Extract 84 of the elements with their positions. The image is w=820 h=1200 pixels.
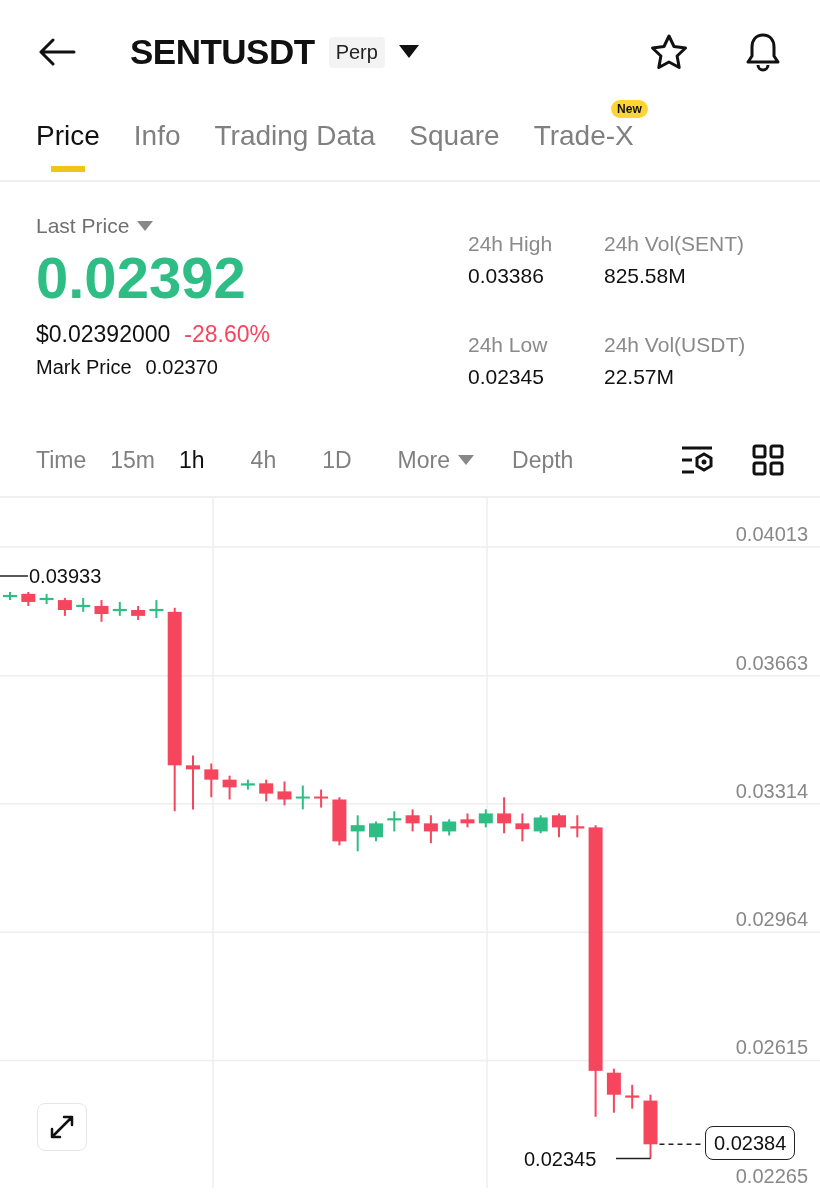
caret-icon	[458, 455, 474, 465]
candle	[332, 796, 347, 847]
price-change: -28.60%	[184, 321, 270, 348]
candle	[497, 796, 512, 835]
price-axis-label: 0.03314	[735, 778, 808, 803]
high-price-label: 0.03933	[29, 564, 102, 588]
candle	[112, 600, 127, 617]
tab-indicator	[50, 166, 85, 172]
candle	[76, 596, 91, 613]
symbol-title: SENTUSDT	[130, 32, 315, 72]
grid-layout-icon[interactable]	[752, 444, 784, 476]
price-type-label[interactable]: Last Price	[36, 214, 130, 238]
candle	[643, 1093, 658, 1160]
candle	[94, 599, 109, 623]
stat-value: 0.03386	[468, 264, 545, 288]
candle	[387, 810, 402, 833]
last-price-tag: 0.02384	[705, 1126, 796, 1161]
nav-tab[interactable]: Trade-X	[533, 120, 634, 152]
nav-tab[interactable]: Price	[36, 120, 100, 152]
low-price-label: 0.02345	[524, 1146, 597, 1171]
candle	[552, 812, 566, 839]
candle	[460, 812, 475, 829]
price-axis-label: 0.02265	[735, 1164, 808, 1188]
candle	[515, 812, 530, 843]
expand-icon	[49, 1114, 75, 1140]
candle	[186, 754, 200, 811]
stat-value: 0.02345	[468, 365, 545, 389]
candle	[442, 818, 457, 837]
fullscreen-button[interactable]	[37, 1103, 87, 1151]
stat-label: 24h Vol(USDT)	[604, 333, 747, 357]
candle	[295, 784, 310, 811]
interval-tab[interactable]: Depth	[512, 446, 574, 474]
candle	[259, 778, 274, 803]
candle	[314, 788, 329, 809]
candle	[423, 814, 438, 845]
usd-price: $0.02392000	[36, 321, 171, 348]
candle	[21, 591, 36, 607]
price-axis-label: 0.03663	[735, 650, 808, 675]
candle	[57, 596, 72, 617]
mark-price-value: 0.02370	[145, 356, 218, 379]
candle	[350, 814, 365, 853]
price-axis-label: 0.04013	[735, 522, 808, 547]
nav-tab[interactable]: Square	[409, 120, 500, 152]
mark-price-label: Mark Price	[36, 356, 132, 379]
back-arrow-icon[interactable]	[38, 38, 76, 66]
candle	[478, 808, 493, 829]
dropdown-caret-icon[interactable]	[398, 45, 419, 59]
candle	[204, 762, 219, 799]
new-badge: New	[611, 100, 648, 118]
stat-value: 825.58M	[604, 264, 687, 288]
interval-tab[interactable]: 15m	[110, 446, 155, 474]
candle	[240, 778, 255, 791]
candle	[625, 1083, 640, 1110]
indicator-settings-icon[interactable]	[680, 445, 714, 475]
price-axis-label: 0.02964	[735, 907, 808, 932]
more-intervals-menu[interactable]: More	[397, 446, 474, 474]
candle	[39, 592, 54, 606]
bell-icon[interactable]	[744, 32, 782, 72]
candle	[3, 591, 17, 602]
candle	[533, 814, 548, 835]
interval-tab[interactable]: 1h	[179, 446, 205, 474]
candle	[606, 1067, 621, 1114]
star-icon[interactable]	[650, 34, 688, 70]
price-axis-label: 0.02615	[735, 1035, 808, 1060]
interval-tab[interactable]: 4h	[250, 446, 277, 474]
stat-label: 24h Vol(SENT)	[604, 232, 746, 256]
candle	[222, 774, 237, 801]
stat-label: 24h Low	[468, 333, 549, 357]
candle	[369, 820, 383, 843]
candle	[277, 780, 292, 807]
candle	[149, 599, 164, 620]
candle	[131, 604, 146, 621]
contract-tag: Perp	[328, 36, 385, 68]
leader-line	[0, 575, 29, 577]
nav-tab[interactable]: Info	[133, 120, 181, 152]
candle	[405, 808, 420, 833]
nav-tab[interactable]: Trading Data	[214, 120, 376, 152]
stat-value: 22.57M	[604, 365, 676, 389]
stat-label: 24h High	[468, 232, 554, 256]
interval-tab[interactable]: 1D	[322, 446, 352, 474]
leader-line	[615, 1157, 652, 1160]
interval-tab[interactable]: Time	[36, 446, 87, 474]
candle	[570, 814, 585, 839]
last-price: 0.02392	[36, 244, 247, 311]
